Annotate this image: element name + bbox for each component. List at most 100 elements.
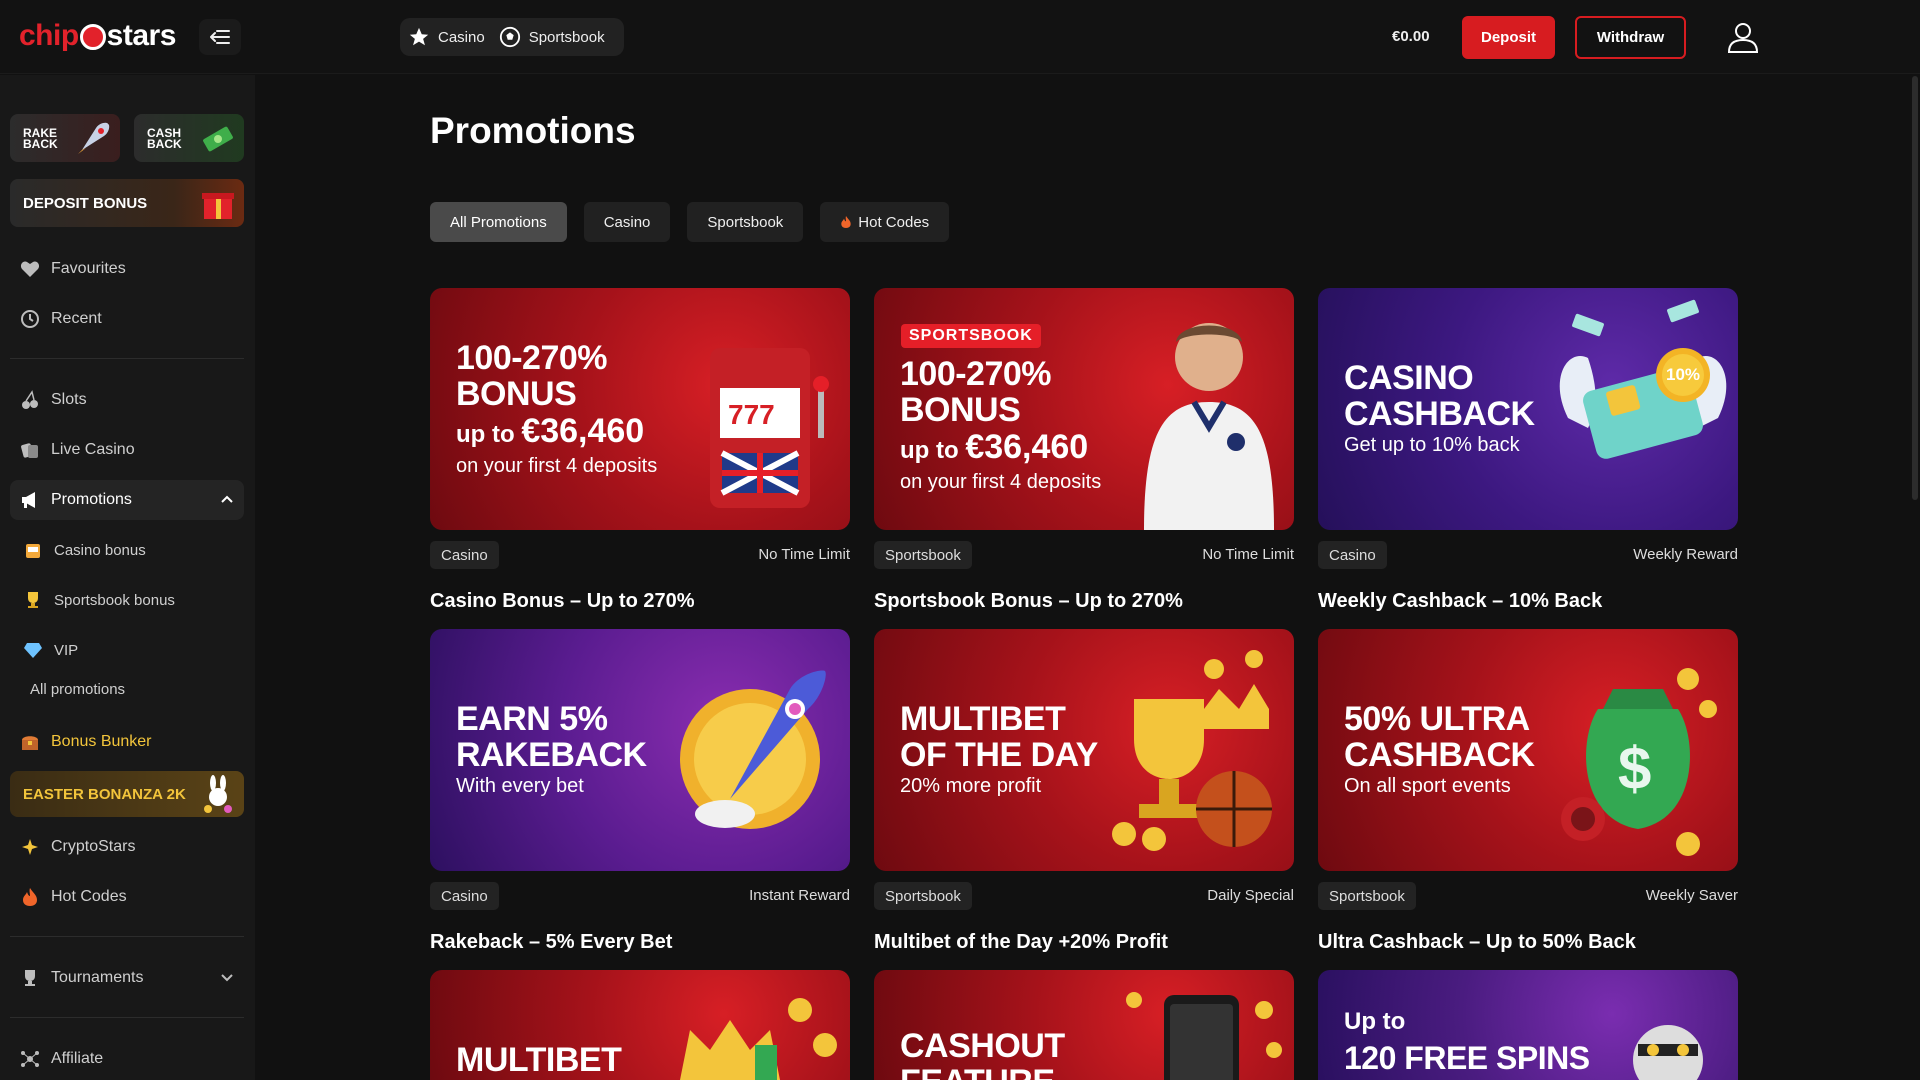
sidebar-item-slots[interactable]: Slots (10, 380, 244, 420)
promo-banner[interactable]: EARN 5% RAKEBACK With every bet (430, 629, 850, 871)
promo-banner[interactable]: SPORTSBOOK 100-270% BONUS up to €36,460 … (874, 288, 1294, 530)
withdraw-button[interactable]: Withdraw (1575, 16, 1686, 59)
promo-card-rakeback[interactable]: EARN 5% RAKEBACK With every bet Casino I… (430, 629, 850, 953)
trophy-ball-icon (1112, 650, 1272, 851)
sidebar-item-live-casino[interactable]: Live Casino (10, 430, 244, 470)
deposit-bonus-label: DEPOSIT BONUS (23, 195, 148, 212)
promo-title[interactable]: Ultra Cashback – Up to 50% Back (1318, 931, 1636, 954)
promo-duration: Daily Special (1207, 887, 1294, 904)
heart-icon (20, 261, 40, 277)
banner-line2: OF THE DAY (900, 736, 1098, 774)
top-bar: chip stars Casino Sportsbook €0.00 Depos… (0, 0, 1920, 74)
sidebar-item-tournaments[interactable]: Tournaments (10, 958, 244, 998)
sidebar-item-label: Sportsbook bonus (54, 591, 175, 609)
sidebar-item-sportsbook-bonus[interactable]: Sportsbook bonus (10, 580, 244, 620)
promo-title[interactable]: Sportsbook Bonus – Up to 270% (874, 590, 1183, 613)
sidebar-item-favourites[interactable]: Favourites (10, 249, 244, 289)
svg-text:777: 777 (728, 399, 775, 430)
sidebar-item-label: VIP (54, 641, 79, 659)
banner-line1: 50% ULTRA (1344, 700, 1530, 738)
sidebar-item-casino-bonus[interactable]: Casino bonus (10, 530, 244, 570)
cashback-tile[interactable]: CASH BACK (134, 114, 244, 162)
promo-card-ultra-cashback[interactable]: 50% ULTRA CASHBACK On all sport events $… (1318, 629, 1738, 953)
sidebar-item-vip[interactable]: VIP (10, 630, 244, 670)
promo-title[interactable]: Multibet of the Day +20% Profit (874, 931, 1168, 954)
sidebar-item-affiliate[interactable]: Affiliate (10, 1039, 244, 1079)
promo-banner[interactable]: CASINO CASHBACK Get up to 10% back 10% (1318, 288, 1738, 530)
logo-text-stars: stars (106, 19, 177, 52)
trophy-icon (28, 592, 38, 608)
nav-casino[interactable]: Casino (408, 26, 485, 48)
filter-hot-codes-label: Hot Codes (858, 213, 930, 231)
rakeback-label: RAKE BACK (23, 126, 58, 151)
promo-banner[interactable]: 50% ULTRA CASHBACK On all sport events $ (1318, 629, 1738, 871)
promo-card-cashout-feature[interactable]: CASHOUT FEATURE (874, 970, 1294, 1080)
sidebar-item-label: Tournaments (51, 969, 144, 986)
sidebar-item-hot-codes[interactable]: Hot Codes (10, 877, 244, 917)
promo-card-multibet[interactable]: MULTIBET (430, 970, 850, 1080)
promo-card-sportsbook-bonus[interactable]: SPORTSBOOK 100-270% BONUS up to €36,460 … (874, 288, 1294, 612)
user-account-icon[interactable] (1725, 19, 1761, 55)
sidebar-item-cryptostars[interactable]: CryptoStars (10, 827, 244, 867)
crown-coins-icon (680, 998, 837, 1080)
sidebar-item-all-promotions[interactable]: All promotions (30, 681, 125, 698)
nav-sportsbook[interactable]: Sportsbook (499, 26, 605, 48)
banner-line2: CASHBACK (1344, 395, 1535, 433)
promo-title[interactable]: Casino Bonus – Up to 270% (430, 590, 695, 613)
promo-card-multibet-of-the-day[interactable]: MULTIBET OF THE DAY 20% more profit Spor… (874, 629, 1294, 953)
banner-amount: up to €36,460 (456, 412, 645, 450)
logo[interactable]: chip stars (19, 18, 176, 54)
deposit-button[interactable]: Deposit (1462, 16, 1555, 59)
balance[interactable]: €0.00 (1392, 28, 1430, 45)
filter-hot-codes[interactable]: Hot Codes (820, 202, 950, 242)
promo-banner[interactable]: MULTIBET OF THE DAY 20% more profit (874, 629, 1294, 871)
sidebar-item-label: Live Casino (51, 441, 135, 458)
promo-title[interactable]: Weekly Cashback – 10% Back (1318, 590, 1602, 613)
banner-line2: CASHBACK (1344, 736, 1535, 774)
rakeback-tile[interactable]: RAKE BACK (10, 114, 120, 162)
promo-title[interactable]: Rakeback – 5% Every Bet (430, 931, 672, 954)
promo-banner[interactable]: CASHOUT FEATURE (874, 970, 1294, 1080)
menu-toggle-button[interactable] (199, 19, 241, 55)
promo-duration: No Time Limit (758, 546, 850, 563)
money-bag-icon: $ (1561, 668, 1717, 856)
promo-banner[interactable]: 100-270% BONUS up to €36,460 on your fir… (430, 288, 850, 530)
promo-banner[interactable]: MULTIBET (430, 970, 850, 1080)
star-icon (409, 27, 429, 46)
promo-card-weekly-cashback[interactable]: CASINO CASHBACK Get up to 10% back 10% C… (1318, 288, 1738, 612)
promo-card-casino-bonus[interactable]: 100-270% BONUS up to €36,460 on your fir… (430, 288, 850, 612)
deposit-bonus-tile[interactable]: DEPOSIT BONUS (10, 179, 244, 227)
chevron-up-icon (221, 495, 233, 503)
filter-sportsbook[interactable]: Sportsbook (687, 202, 804, 242)
category-badge: Sportsbook (874, 541, 972, 569)
menu-collapse-icon (210, 30, 230, 44)
sidebar-divider (10, 936, 244, 937)
sidebar-item-promotions[interactable]: Promotions (10, 480, 244, 520)
promo-card-free-spins[interactable]: Up to 120 FREE SPINS (1318, 970, 1738, 1080)
cash-wings-icon (1559, 299, 1727, 459)
sidebar-item-recent[interactable]: Recent (10, 299, 244, 339)
easter-bonanza-tile[interactable]: EASTER BONANZA 2K (10, 771, 244, 817)
promo-banner[interactable]: Up to 120 FREE SPINS (1318, 970, 1738, 1080)
category-badge: Sportsbook (1318, 882, 1416, 910)
sidebar-item-label: Hot Codes (51, 888, 127, 905)
banner-line3: Get up to 10% back (1344, 434, 1520, 456)
promo-duration: Weekly Saver (1645, 887, 1738, 904)
banner-line1: MULTIBET (900, 700, 1066, 738)
promo-duration: Instant Reward (749, 887, 850, 904)
filter-all-promotions[interactable]: All Promotions (430, 202, 567, 242)
history-icon (21, 310, 39, 328)
page-scrollbar[interactable] (1912, 76, 1918, 500)
banner-line2: RAKEBACK (456, 736, 647, 774)
rocket-coin-icon (680, 670, 826, 829)
sidebar-item-label: Casino bonus (54, 541, 146, 559)
filter-casino[interactable]: Casino (583, 202, 671, 242)
easter-bonanza-label: EASTER BONANZA 2K (23, 786, 186, 803)
sidebar-item-bonus-bunker[interactable]: Bonus Bunker (10, 722, 244, 762)
category-badge: Casino (430, 882, 499, 910)
megaphone-icon (22, 492, 35, 508)
fire-icon (23, 888, 37, 906)
logo-text-chip: chip (19, 19, 79, 52)
rocket-icon (78, 122, 110, 154)
football-player-icon (1144, 323, 1274, 530)
